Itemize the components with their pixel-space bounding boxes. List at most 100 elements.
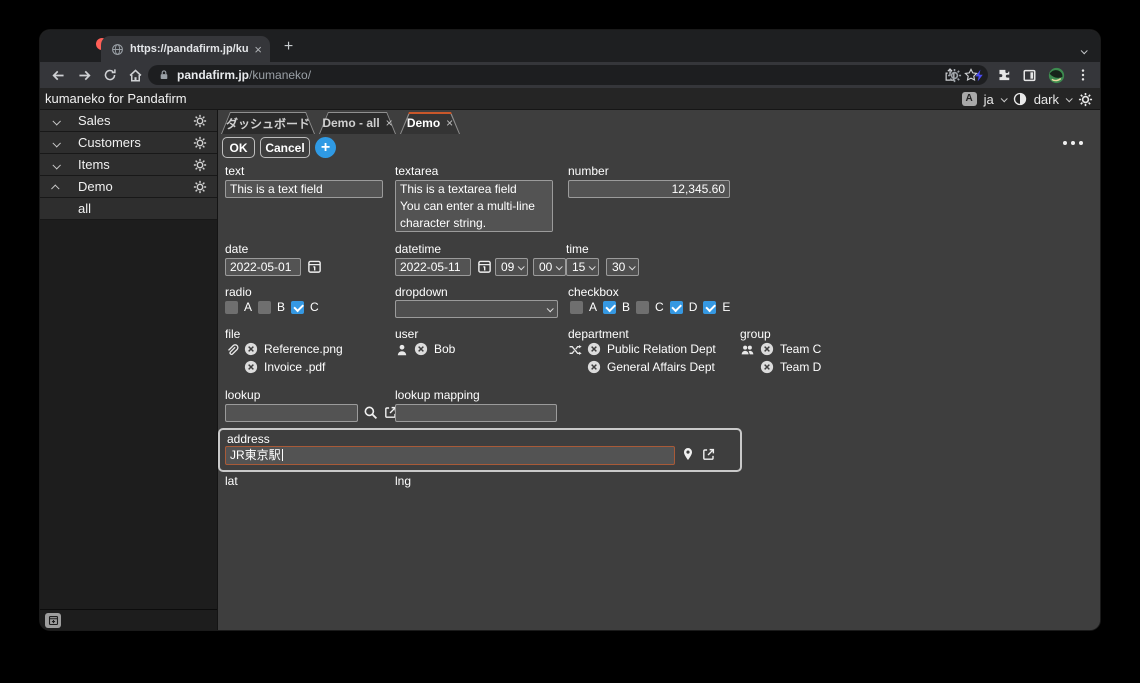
language-select[interactable]: ja: [984, 92, 994, 107]
search-icon[interactable]: [363, 405, 378, 420]
open-map-external-icon[interactable]: [701, 447, 716, 462]
app-settings-gear-icon[interactable]: [193, 136, 207, 150]
tab-demo-all[interactable]: Demo - all×: [319, 112, 396, 134]
group-item: Team C: [760, 342, 821, 355]
department-icon[interactable]: [568, 343, 582, 373]
cancel-button[interactable]: Cancel: [260, 137, 310, 158]
datetime-hour-select[interactable]: 09: [495, 258, 528, 276]
radio-option-b[interactable]: [258, 301, 271, 314]
settings-gear-icon[interactable]: [1078, 92, 1093, 107]
lookup-mapping-field-label: lookup mapping: [395, 388, 480, 402]
forward-icon[interactable]: [77, 68, 92, 83]
address-field-label: address: [227, 432, 270, 446]
dropdown-select[interactable]: [395, 300, 558, 318]
browser-tab[interactable]: https://pandafirm.jp/kumaneko ×: [101, 36, 270, 62]
chevron-down-icon[interactable]: [53, 135, 59, 150]
department-field: Public Relation Dept General Affairs Dep…: [568, 342, 716, 373]
department-item: General Affairs Dept: [587, 360, 716, 373]
extensions-puzzle-icon[interactable]: [997, 68, 1011, 82]
chevron-down-icon[interactable]: [53, 157, 59, 172]
language-chevron-icon[interactable]: [1000, 95, 1007, 102]
radio-group: A B C: [225, 300, 319, 314]
text-caret: [282, 449, 283, 461]
theme-select[interactable]: dark: [1034, 92, 1059, 107]
globe-favicon: [111, 43, 124, 56]
app-settings-gear-icon[interactable]: [193, 114, 207, 128]
time-hour-select[interactable]: 15: [566, 258, 599, 276]
group-item: Team D: [760, 360, 821, 373]
file-item: Reference.png: [244, 342, 343, 355]
remove-department-icon[interactable]: [587, 360, 601, 374]
sidebar-item-items[interactable]: Items: [40, 154, 217, 176]
radio-option-c[interactable]: [291, 301, 304, 314]
time-minute-select[interactable]: 30: [606, 258, 639, 276]
tab-dashboard[interactable]: ダッシュボード: [221, 112, 315, 134]
extension-gear-icon[interactable]: [947, 68, 962, 83]
close-tab-icon[interactable]: ×: [446, 116, 453, 130]
checkbox-option-a[interactable]: [570, 301, 583, 314]
sidebar-item-customers[interactable]: Customers: [40, 132, 217, 154]
close-tab-icon[interactable]: ×: [386, 116, 393, 130]
app-settings-gear-icon[interactable]: [193, 180, 207, 194]
file-field: Reference.png Invoice .pdf: [225, 342, 343, 373]
back-icon[interactable]: [51, 68, 66, 83]
add-app-icon[interactable]: [45, 613, 61, 628]
side-panel-icon[interactable]: [1022, 68, 1037, 83]
remove-group-icon[interactable]: [760, 360, 774, 374]
date-input[interactable]: [225, 258, 301, 276]
chevron-up-icon[interactable]: [53, 179, 59, 194]
user-icon[interactable]: [395, 343, 409, 357]
remove-file-icon[interactable]: [244, 360, 258, 374]
radio-option-a[interactable]: [225, 301, 238, 314]
sidebar-item-demo-all[interactable]: all: [40, 198, 217, 220]
tab-demo[interactable]: Demo×: [400, 112, 460, 134]
group-icon[interactable]: [740, 343, 755, 373]
textarea-input[interactable]: This is a textarea field You can enter a…: [395, 180, 553, 232]
calendar-icon[interactable]: [307, 259, 322, 274]
checkbox-option-d[interactable]: [670, 301, 683, 314]
app-header: kumaneko for Pandafirm A ja dark: [40, 88, 1100, 110]
add-record-button[interactable]: +: [315, 137, 336, 158]
lookup-mapping-input[interactable]: [395, 404, 557, 422]
datetime-date-input[interactable]: [395, 258, 471, 276]
new-tab-button[interactable]: +: [280, 39, 297, 56]
map-pin-icon[interactable]: [681, 447, 695, 461]
browser-tabstrip: https://pandafirm.jp/kumaneko × +: [40, 30, 1100, 62]
date-field-label: date: [225, 242, 248, 256]
textarea-label: textarea: [395, 164, 438, 178]
checkbox-option-e[interactable]: [703, 301, 716, 314]
tab-search-chevron-icon[interactable]: [1081, 41, 1086, 59]
group-field: Team C Team D: [740, 342, 821, 373]
url-bar[interactable]: pandafirm.jp/kumaneko/: [148, 65, 988, 85]
remove-user-icon[interactable]: [414, 342, 428, 356]
checkbox-option-c[interactable]: [636, 301, 649, 314]
remove-file-icon[interactable]: [244, 342, 258, 356]
theme-chevron-icon[interactable]: [1066, 95, 1073, 102]
datetime-minute-select[interactable]: 00: [533, 258, 566, 276]
more-options-icon[interactable]: [1063, 141, 1083, 145]
sidebar-item-demo[interactable]: Demo: [40, 176, 217, 198]
paperclip-icon[interactable]: [225, 343, 239, 373]
lookup-input[interactable]: [225, 404, 358, 422]
browser-toolbar: pandafirm.jp/kumaneko/: [40, 62, 1100, 88]
remove-department-icon[interactable]: [587, 342, 601, 356]
sidebar-item-sales[interactable]: Sales: [40, 110, 217, 132]
number-input[interactable]: [568, 180, 730, 198]
checkbox-option-b[interactable]: [603, 301, 616, 314]
reload-icon[interactable]: [103, 68, 117, 82]
department-field-label: department: [568, 327, 629, 341]
text-input[interactable]: [225, 180, 383, 198]
url-text[interactable]: pandafirm.jp/kumaneko/: [177, 68, 936, 82]
profile-avatar[interactable]: [1048, 67, 1065, 84]
app-settings-gear-icon[interactable]: [193, 158, 207, 172]
home-icon[interactable]: [128, 68, 143, 83]
browser-tab-close-icon[interactable]: ×: [254, 43, 262, 56]
chevron-down-icon[interactable]: [53, 113, 59, 128]
lightning-extension-icon[interactable]: [973, 69, 986, 82]
lng-field-label: lng: [395, 474, 411, 488]
ok-button[interactable]: OK: [222, 137, 255, 158]
address-input[interactable]: JR東京駅: [225, 446, 675, 465]
remove-group-icon[interactable]: [760, 342, 774, 356]
calendar-icon[interactable]: [477, 259, 492, 274]
browser-menu-icon[interactable]: [1076, 68, 1090, 82]
